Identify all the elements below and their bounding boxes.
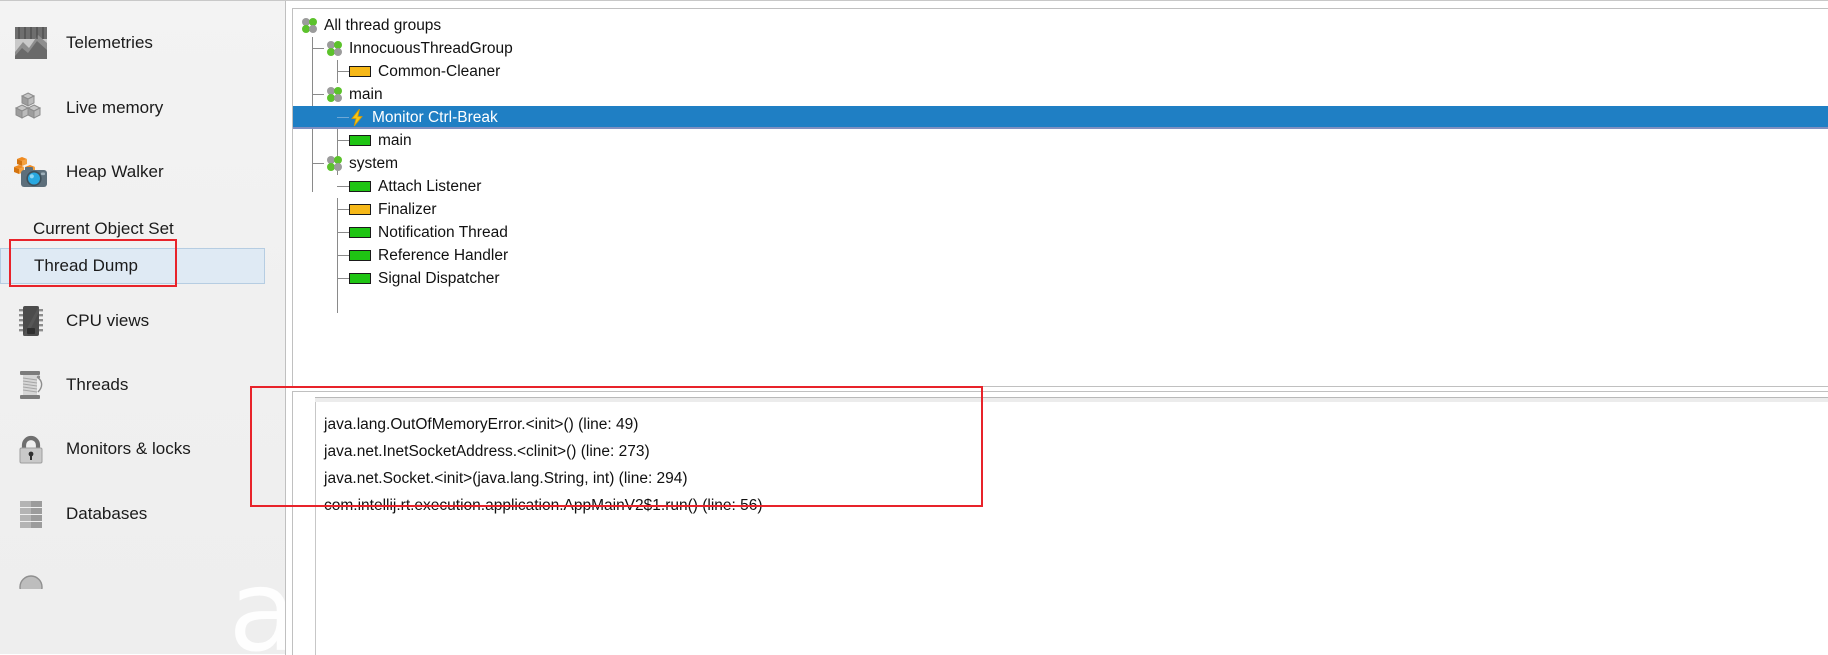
thread-group-icon (327, 156, 342, 171)
sidebar-item-label: Thread Dump (34, 256, 138, 275)
tree-row-reference-handler[interactable]: Reference Handler (293, 244, 1828, 267)
sidebar-item-label: Threads (66, 375, 129, 394)
tree-row-label: main (378, 131, 412, 149)
threads-spool-icon (8, 368, 54, 402)
tree-row-signal-dispatcher[interactable]: Signal Dispatcher (293, 267, 1828, 290)
sidebar-item-monitors-locks[interactable]: Monitors & locks (0, 417, 285, 481)
tree-row-label: Monitor Ctrl-Break (372, 108, 498, 126)
tree-row-main-group[interactable]: main (293, 83, 1828, 106)
tree-row-attach-listener[interactable]: Attach Listener (293, 175, 1828, 198)
telemetries-chart-icon (8, 26, 54, 60)
sidebar-item-label: Heap Walker (66, 162, 164, 181)
thread-group-icon (327, 41, 342, 56)
stack-trace-row[interactable]: java.net.Socket.<init>(java.lang.String,… (316, 465, 1828, 492)
thread-blocked-bolt-icon (349, 108, 365, 127)
tree-row-label: main (349, 85, 383, 103)
thread-state-green-icon (349, 250, 371, 261)
thread-state-orange-icon (349, 66, 371, 77)
sidebar-item-cpu-views[interactable]: CPU views (0, 289, 285, 353)
tree-row-finalizer[interactable]: Finalizer (293, 198, 1828, 221)
thread-group-icon (302, 18, 317, 33)
sidebar-item-thread-dump[interactable]: Thread Dump (0, 248, 265, 284)
stack-trace-row[interactable]: com.intellij.rt.execution.application.Ap… (316, 492, 1828, 519)
thread-tree: All thread groups InnocuousThreadGroup C… (293, 14, 1828, 313)
sidebar-item-threads[interactable]: Threads (0, 353, 285, 417)
tree-row-all-thread-groups[interactable]: All thread groups (293, 14, 1828, 37)
thread-tree-panel: All thread groups InnocuousThreadGroup C… (292, 8, 1828, 387)
sidebar-item-label: Monitors & locks (66, 439, 191, 458)
thread-state-green-icon (349, 273, 371, 284)
sidebar: а Telemetries Live memory Heap Walker Cu… (0, 0, 285, 654)
heap-walker-camera-icon (8, 155, 54, 189)
sidebar-splitter[interactable] (285, 1, 286, 655)
tree-row-label: Notification Thread (378, 223, 508, 241)
tree-row-monitor-ctrl-break[interactable]: Monitor Ctrl-Break (293, 106, 1828, 129)
tree-row-label: system (349, 154, 399, 172)
sidebar-section-current-object-set: Current Object Set (0, 214, 285, 244)
stack-trace-list[interactable]: java.lang.OutOfMemoryError.<init>() (lin… (315, 402, 1828, 655)
partial-circle-icon (8, 567, 54, 589)
thread-state-orange-icon (349, 204, 371, 215)
sidebar-item-partial[interactable] (0, 546, 285, 610)
tree-row-label: Finalizer (378, 200, 437, 218)
tree-row-label: Reference Handler (378, 246, 509, 264)
tree-row-notification-thread[interactable]: Notification Thread (293, 221, 1828, 244)
sidebar-item-telemetries[interactable]: Telemetries (0, 11, 285, 75)
sidebar-item-label: CPU views (66, 311, 150, 330)
profiler-window: а Telemetries Live memory Heap Walker Cu… (0, 0, 1828, 655)
tree-row-innocuous-thread-group[interactable]: InnocuousThreadGroup (293, 37, 1828, 60)
sidebar-item-databases[interactable]: Databases (0, 482, 285, 546)
thread-state-green-icon (349, 181, 371, 192)
tree-row-main-thread[interactable]: main (293, 129, 1828, 152)
stack-trace-row[interactable]: java.lang.OutOfMemoryError.<init>() (lin… (316, 411, 1828, 438)
stack-trace-panel: java.lang.OutOfMemoryError.<init>() (lin… (292, 391, 1828, 655)
thread-group-icon (327, 87, 342, 102)
tree-row-label: InnocuousThreadGroup (349, 39, 513, 57)
tree-row-label: Attach Listener (378, 177, 482, 195)
tree-row-system-group[interactable]: system (293, 152, 1828, 175)
live-memory-blocks-icon (8, 91, 54, 125)
sidebar-item-label: Live memory (66, 98, 164, 117)
stack-trace-row[interactable]: java.net.InetSocketAddress.<clinit>() (l… (316, 438, 1828, 465)
padlock-icon (8, 432, 54, 466)
tree-row-common-cleaner[interactable]: Common-Cleaner (293, 60, 1828, 83)
main-area: All thread groups InnocuousThreadGroup C… (250, 0, 1828, 655)
panel-divider (293, 391, 1828, 392)
sidebar-item-label: Databases (66, 504, 148, 523)
sidebar-item-live-memory[interactable]: Live memory (0, 76, 285, 140)
tree-row-label: Common-Cleaner (378, 62, 501, 80)
tree-row-label: All thread groups (324, 16, 442, 34)
thread-state-green-icon (349, 227, 371, 238)
database-stack-icon (8, 497, 54, 531)
sidebar-section-label: Current Object Set (33, 219, 174, 238)
sidebar-item-label: Telemetries (66, 33, 153, 52)
cpu-chip-icon (8, 304, 54, 338)
tree-row-label: Signal Dispatcher (378, 269, 500, 287)
thread-state-green-icon (349, 135, 371, 146)
sidebar-item-heap-walker[interactable]: Heap Walker (0, 140, 285, 204)
